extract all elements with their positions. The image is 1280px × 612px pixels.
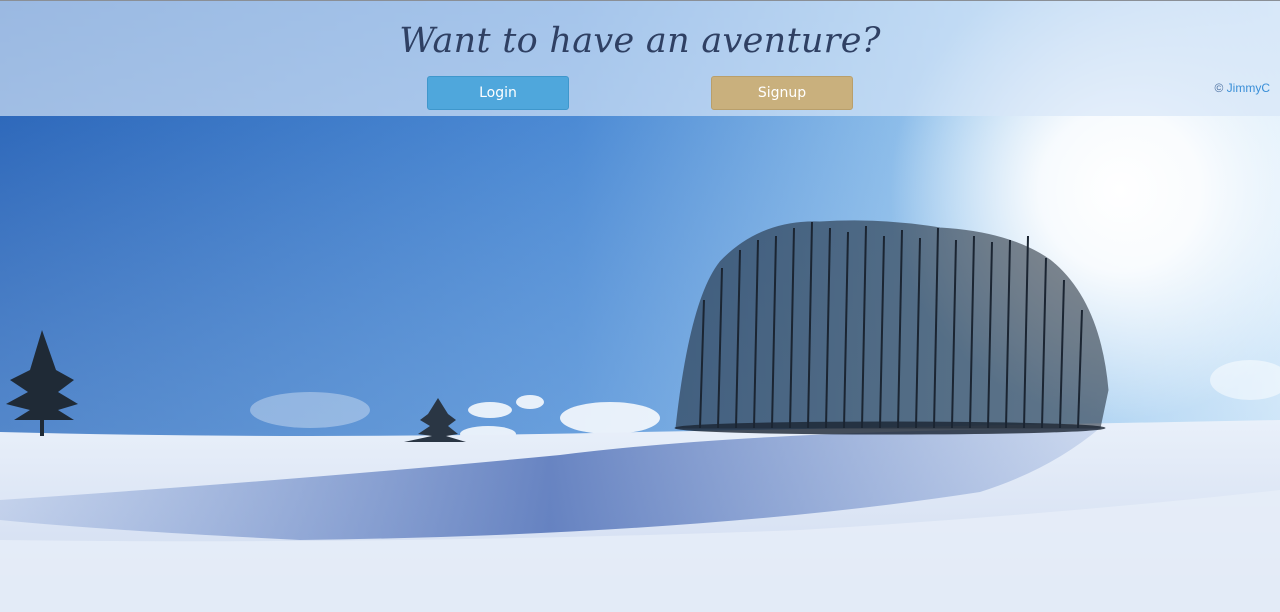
copyright-notice: © JimmyC	[1214, 81, 1270, 95]
page-title: Want to have an aventure?	[399, 21, 881, 61]
signup-button[interactable]: Signup	[711, 76, 853, 110]
author-link[interactable]: JimmyC	[1227, 81, 1270, 95]
copyright-symbol: ©	[1214, 81, 1224, 95]
header-bar: Want to have an aventure? Login Signup ©…	[0, 0, 1280, 116]
login-button[interactable]: Login	[427, 76, 569, 110]
